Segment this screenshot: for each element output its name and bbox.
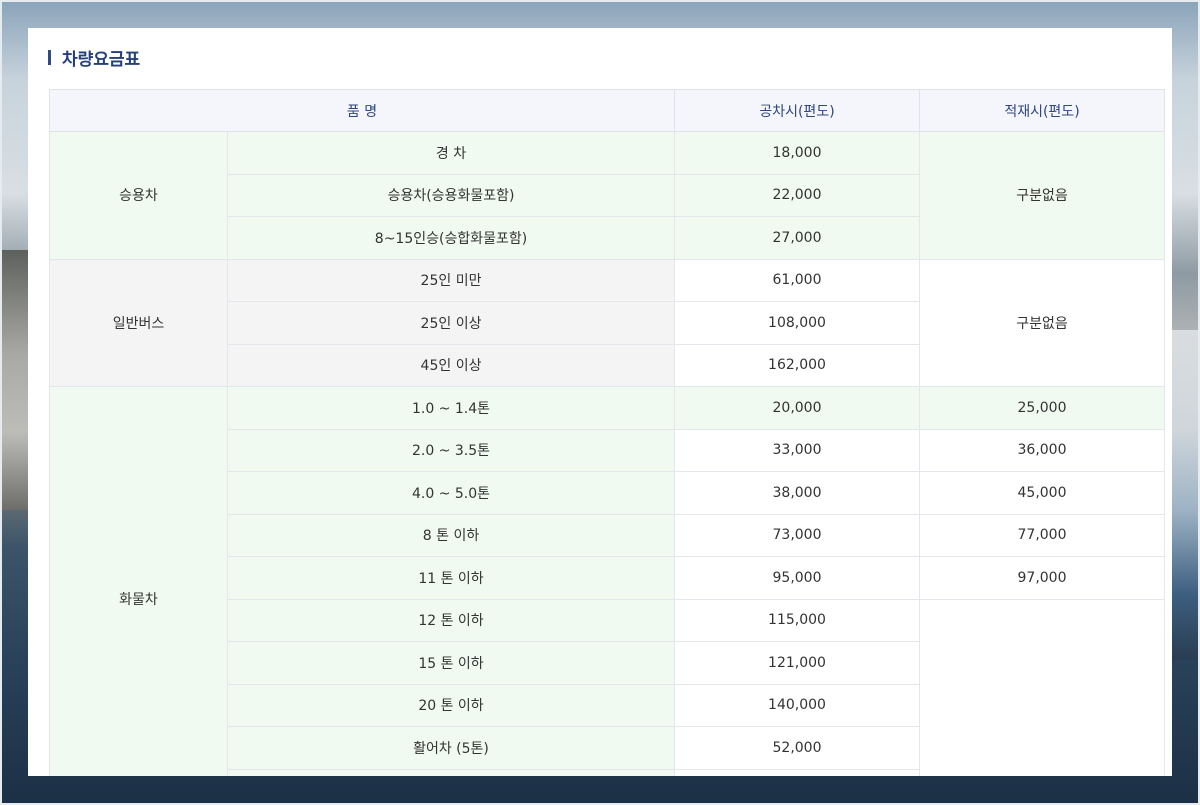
empty-fare-cell bbox=[674, 768, 920, 776]
table-row: 일반버스 25인 미만 61,000 구분없음 bbox=[49, 258, 1165, 387]
vehicle-type-cell: 1.0 ~ 1.4톤 bbox=[227, 386, 675, 430]
loaded-fare-cell: 구분없음 bbox=[919, 131, 1165, 260]
loaded-fare-cell: 77,000 bbox=[919, 513, 1165, 557]
vehicle-type-cell: 경 차 bbox=[227, 131, 675, 175]
vehicle-type-cell: 11 톤 이하 bbox=[227, 556, 675, 600]
empty-fare-cell: 22,000 bbox=[674, 173, 920, 217]
background-shore bbox=[0, 250, 28, 510]
header-item: 품 명 bbox=[49, 89, 675, 132]
background-ship bbox=[1170, 330, 1200, 660]
header-empty-fare: 공차시(편도) bbox=[674, 89, 920, 132]
group-cell-bus: 일반버스 bbox=[49, 258, 228, 387]
empty-fare-cell: 18,000 bbox=[674, 131, 920, 175]
loaded-fare-cell: 25,000 bbox=[919, 386, 1165, 430]
empty-fare-cell: 162,000 bbox=[674, 343, 920, 387]
vehicle-type-cell: 20 톤 이하 bbox=[227, 683, 675, 727]
fare-panel: 차량요금표 품 명 공차시(편도) 적재시(편도) 승용차 경 차 18,000… bbox=[28, 28, 1172, 776]
vehicle-type-cell: 25인 미만 bbox=[227, 258, 675, 302]
loaded-fare-cell: 45,000 bbox=[919, 471, 1165, 515]
empty-fare-cell: 108,000 bbox=[674, 301, 920, 345]
section-title: 차량요금표 bbox=[62, 49, 141, 70]
empty-fare-cell: 140,000 bbox=[674, 683, 920, 727]
group-cell-passenger: 승용차 bbox=[49, 131, 228, 260]
loaded-fare-cell: 36,000 bbox=[919, 428, 1165, 472]
empty-fare-cell: 121,000 bbox=[674, 641, 920, 685]
vehicle-type-cell: 45인 이상 bbox=[227, 343, 675, 387]
vehicle-type-cell: 4.0 ~ 5.0톤 bbox=[227, 471, 675, 515]
section-header: 차량요금표 bbox=[48, 46, 141, 70]
loaded-fare-cell: 97,000 bbox=[919, 556, 1165, 600]
vehicle-fare-table: 품 명 공차시(편도) 적재시(편도) 승용차 경 차 18,000 구분없음 … bbox=[49, 89, 1165, 776]
table-row: 승용차 경 차 18,000 구분없음 bbox=[49, 131, 1165, 260]
vehicle-type-cell: 25인 이상 bbox=[227, 301, 675, 345]
vehicle-type-cell: 승용차(승용화물포함) bbox=[227, 173, 675, 217]
group-cell-truck: 화물차 bbox=[49, 386, 228, 776]
table-header-row: 품 명 공차시(편도) 적재시(편도) bbox=[49, 89, 1165, 132]
table-row: 화물차 1.0 ~ 1.4톤 20,000 25,000 bbox=[49, 386, 1165, 776]
empty-fare-cell: 61,000 bbox=[674, 258, 920, 302]
vehicle-type-cell: 8 톤 이하 bbox=[227, 513, 675, 557]
empty-fare-cell: 20,000 bbox=[674, 386, 920, 430]
vehicle-type-cell: 2.0 ~ 3.5톤 bbox=[227, 428, 675, 472]
empty-fare-cell: 33,000 bbox=[674, 428, 920, 472]
vehicle-type-cell: 8~15인승(승합화물포함) bbox=[227, 216, 675, 260]
vehicle-type-cell bbox=[227, 768, 675, 776]
empty-fare-cell: 95,000 bbox=[674, 556, 920, 600]
empty-fare-cell: 115,000 bbox=[674, 598, 920, 642]
empty-fare-cell: 73,000 bbox=[674, 513, 920, 557]
empty-fare-cell: 52,000 bbox=[674, 726, 920, 770]
empty-fare-cell: 38,000 bbox=[674, 471, 920, 515]
vehicle-type-cell: 활어차 (5톤) bbox=[227, 726, 675, 770]
loaded-fare-cell-blank bbox=[919, 598, 1165, 776]
title-bar-marker bbox=[48, 49, 51, 65]
loaded-fare-cell: 구분없음 bbox=[919, 258, 1165, 387]
header-loaded-fare: 적재시(편도) bbox=[919, 89, 1165, 132]
vehicle-type-cell: 12 톤 이하 bbox=[227, 598, 675, 642]
empty-fare-cell: 27,000 bbox=[674, 216, 920, 260]
vehicle-type-cell: 15 톤 이하 bbox=[227, 641, 675, 685]
